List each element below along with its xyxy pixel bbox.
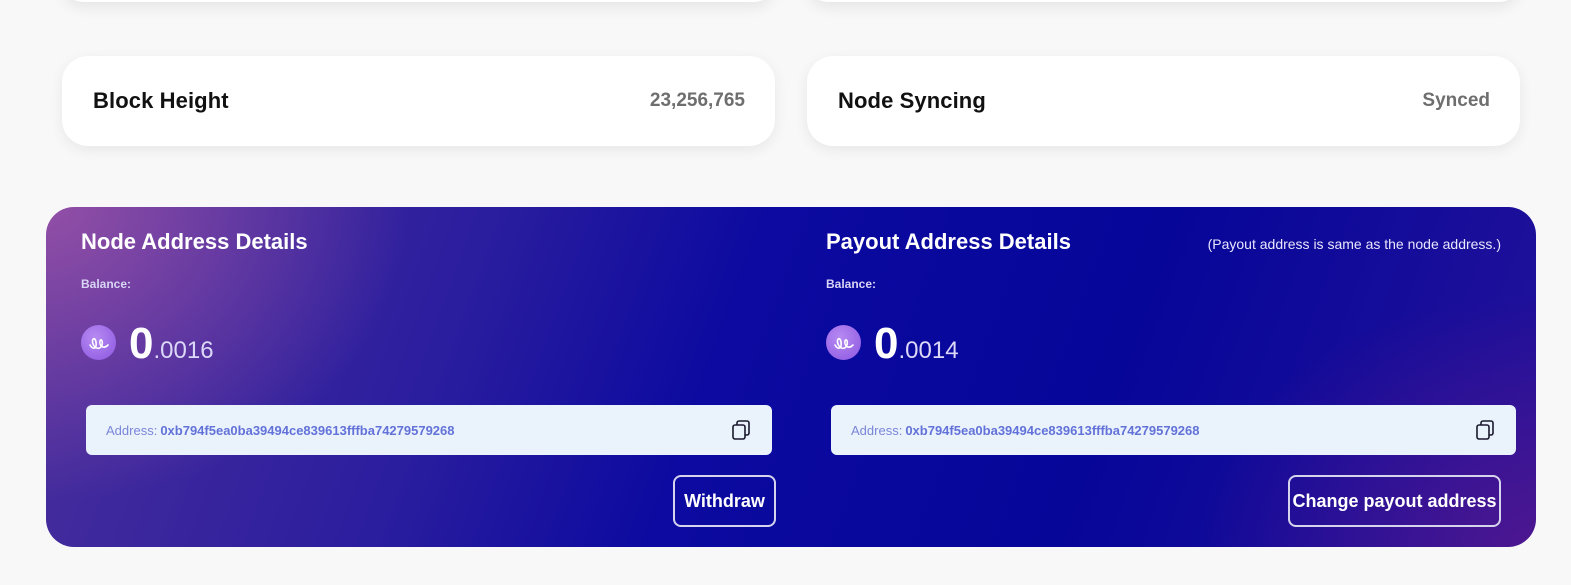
node-address-prefix: Address: bbox=[106, 422, 158, 438]
address-details-panel: Node Address Details Balance: 0.0016 Add… bbox=[46, 207, 1536, 547]
node-address-field: Address: 0xb794f5ea0ba39494ce839613fffba… bbox=[86, 405, 772, 455]
payout-address-section: Payout Address Details (Payout address i… bbox=[791, 207, 1536, 547]
payout-balance: 0.0014 bbox=[874, 319, 959, 369]
node-balance-label: Balance: bbox=[81, 277, 132, 291]
copy-icon[interactable] bbox=[1474, 419, 1496, 441]
withdraw-button[interactable]: Withdraw bbox=[673, 475, 776, 527]
copy-icon[interactable] bbox=[730, 419, 752, 441]
node-address-title: Node Address Details bbox=[81, 229, 308, 254]
block-height-value: 23,256,765 bbox=[649, 90, 745, 111]
energy-web-token-icon bbox=[81, 325, 116, 360]
payout-balance-label: Balance: bbox=[826, 277, 877, 291]
change-payout-address-button[interactable]: Change payout address bbox=[1288, 475, 1501, 527]
payout-balance-decimal: .0014 bbox=[898, 337, 959, 364]
node-address-section: Node Address Details Balance: 0.0016 Add… bbox=[46, 207, 791, 547]
node-address-value: 0xb794f5ea0ba39494ce839613fffba742795792… bbox=[160, 422, 455, 438]
node-syncing-value: Synced bbox=[1422, 90, 1490, 111]
payout-address-value: 0xb794f5ea0ba39494ce839613fffba742795792… bbox=[905, 422, 1200, 438]
node-syncing-card: Node Syncing Synced bbox=[807, 56, 1520, 146]
block-height-label: Block Height bbox=[93, 88, 229, 113]
top-card-left bbox=[62, 0, 775, 2]
node-balance-integer: 0 bbox=[129, 319, 154, 368]
top-card-right bbox=[807, 0, 1520, 2]
energy-web-token-icon bbox=[826, 325, 861, 360]
node-syncing-label: Node Syncing bbox=[838, 88, 986, 113]
payout-address-field: Address: 0xb794f5ea0ba39494ce839613fffba… bbox=[831, 405, 1516, 455]
node-balance-decimal: .0016 bbox=[153, 337, 214, 364]
block-height-card: Block Height 23,256,765 bbox=[62, 56, 775, 146]
payout-balance-integer: 0 bbox=[874, 319, 899, 368]
payout-address-note: (Payout address is same as the node addr… bbox=[1207, 236, 1501, 252]
payout-address-prefix: Address: bbox=[851, 422, 903, 438]
node-balance: 0.0016 bbox=[129, 319, 214, 369]
payout-address-title: Payout Address Details bbox=[826, 229, 1071, 254]
